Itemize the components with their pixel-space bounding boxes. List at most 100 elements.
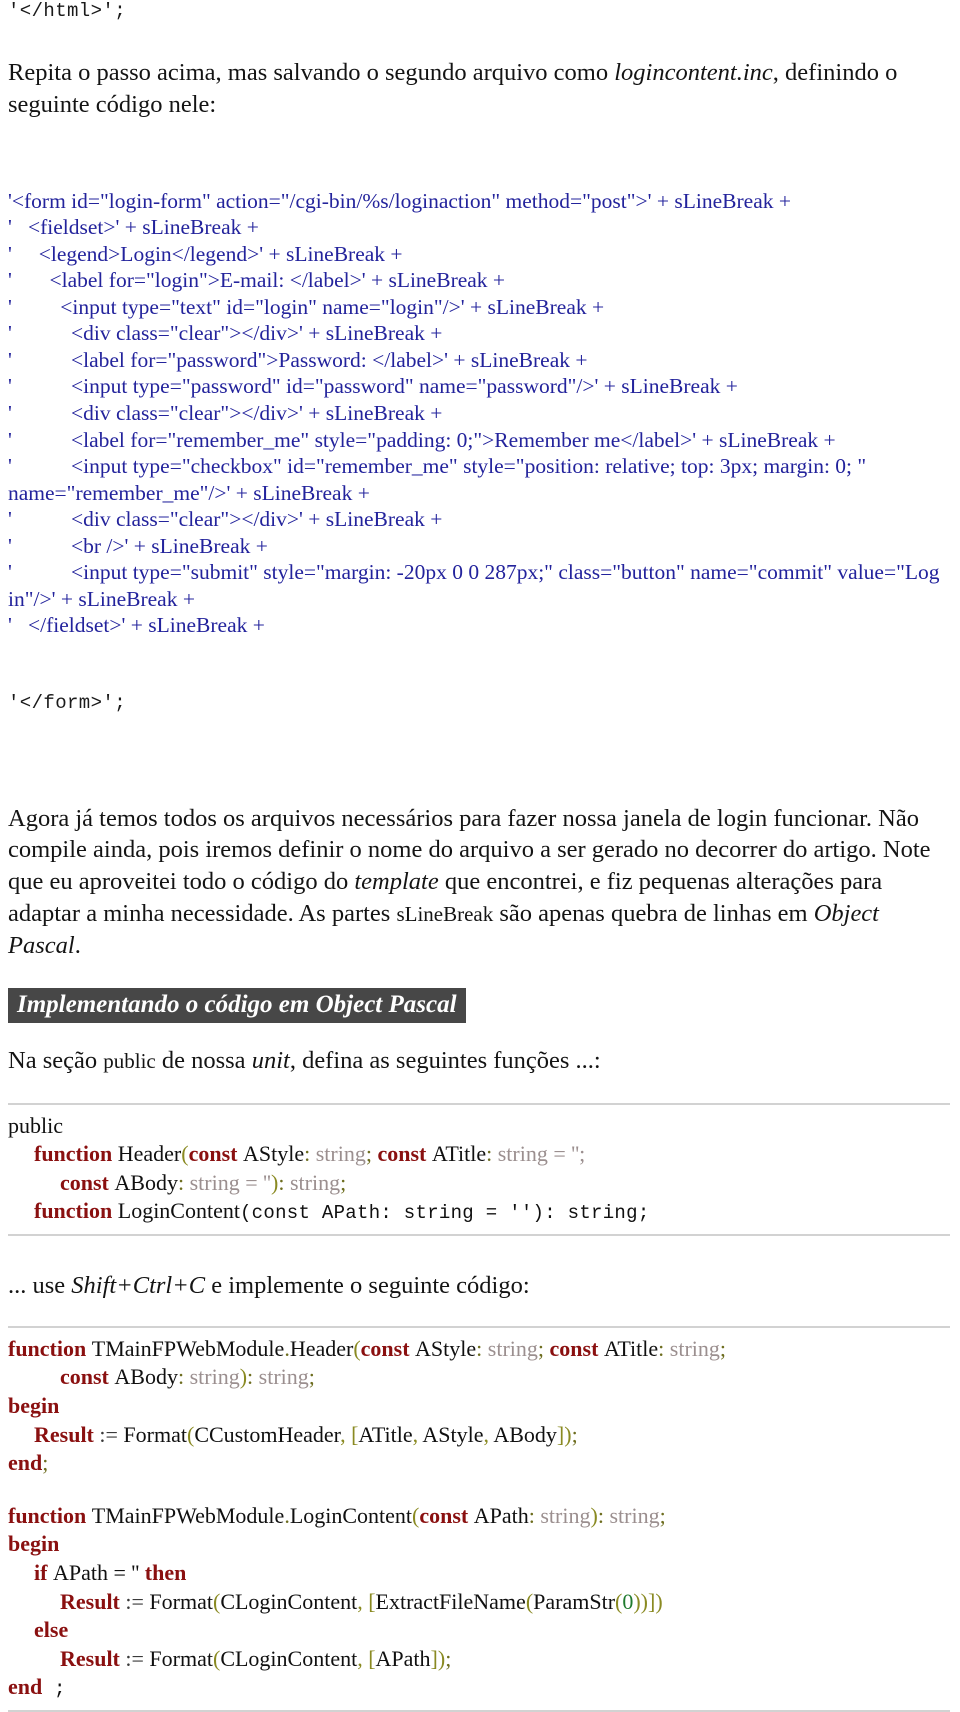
pascal-code-line: end ; [8,1673,950,1702]
pascal-token: : [247,1364,259,1390]
pascal-code-line: const ABody: string = ''): string; [8,1169,950,1198]
intro-paragraph: Repita o passo acima, mas salvando o seg… [8,57,950,121]
pascal-token: Format [149,1588,213,1614]
shift-part1: ... use [8,1272,72,1300]
pascal-token: ; [719,1335,727,1361]
pascal-token: : [476,1335,488,1361]
html-code-tail: '</form>'; [8,691,127,714]
pascal-token: else [34,1617,69,1643]
pascal-code-line: Result := Format(CLoginContent, [Extract… [8,1588,950,1617]
pascal-token: function [8,1335,92,1361]
pascal-token: 0 [622,1588,634,1614]
pascal-token: : [528,1502,541,1528]
pascal-token: , [357,1588,369,1614]
pascal-token: const [377,1141,432,1167]
html-code-line: ' <label for="password">Password: </labe… [8,347,588,372]
pascal-token: CLoginContent [220,1645,358,1671]
pascal-token: Result [60,1588,126,1614]
intro-part1: Repita o passo acima, mas salvando o seg… [8,58,615,86]
pascal-token: ; [42,1450,49,1476]
pascal-token: : [597,1502,610,1528]
html-code-line: ' <input type="password" id="password" n… [8,374,738,399]
pascal-token: Header [289,1335,354,1361]
pascal-token: string = '' [189,1169,272,1195]
pascal-token: ATitle [358,1421,413,1447]
pascal-token: ]) [430,1645,446,1671]
pascal-token: ATitle [603,1335,659,1361]
pascal-token: ]) [556,1421,572,1447]
html-code-line: ' <br />' + sLineBreak + [8,533,268,558]
public-part3: , defina as seguintes funções ...: [289,1046,601,1074]
pascal-token: , [357,1645,369,1671]
pascal-code-line: function LoginContent(const APath: strin… [8,1197,950,1226]
pascal-token: const [419,1502,474,1528]
pascal-token: string = ''; [497,1141,586,1167]
shift-em-shortcut: Shift+Ctrl+C [71,1272,206,1300]
pascal-token: : [278,1169,290,1195]
html-code-line: ' <legend>Login</legend>' + sLineBreak + [8,241,403,266]
pascal-token: ExtractFileName [375,1588,526,1614]
pascal-declaration-block: public function Header(const AStyle: stri… [8,1102,950,1237]
pascal-token: const [360,1335,416,1361]
pascal-token: if [34,1560,53,1586]
pascal-token: AStyle [242,1141,305,1167]
body-code-slinebreak: sLineBreak [396,902,494,927]
section-heading-wrap: Implementando o código em Object Pascal [8,987,950,1023]
html-code-line: ' <input type="checkbox" id="remember_me… [8,454,872,505]
pascal-token: CLoginContent [220,1588,358,1614]
pascal-token: begin [8,1531,60,1557]
pascal-token: ( [181,1141,189,1167]
pascal-token: ; [340,1169,347,1195]
pascal-token: ))]) [633,1588,663,1614]
pascal-token: ABody [114,1364,178,1390]
pascal-token: APath [473,1502,529,1528]
pascal-token: ParamStr [533,1588,616,1614]
pascal-logincontent-impl-block: function TMainFPWebModule.LoginContent(c… [8,1500,950,1712]
html-code-line: '<form id="login-form" action="/cgi-bin/… [8,188,791,213]
pascal-token: const [549,1335,604,1361]
pascal-token: ; [571,1421,578,1447]
pascal-token: ( [412,1502,420,1528]
pascal-token: : [177,1364,190,1390]
pascal-code-line: function Header(const AStyle: string; co… [8,1140,950,1169]
body-part3: são apenas quebra de linhas em [493,900,814,928]
pascal-token: ATitle [431,1141,487,1167]
pascal-code-line: end; [8,1449,950,1478]
pascal-token: ; [659,1502,666,1528]
public-em-unit: unit [251,1046,290,1074]
pascal-token: AStyle [422,1421,484,1447]
pascal-token: string [189,1364,240,1390]
pascal-token: := [125,1588,150,1614]
pascal-token: ( [186,1421,195,1447]
pascal-code-line: function TMainFPWebModule.LoginContent(c… [8,1502,950,1531]
pascal-token: ; [537,1335,550,1361]
public-paragraph: Na seção public de nossa unit, defina as… [8,1045,950,1077]
pascal-token: ) [590,1502,598,1528]
pascal-token: ( [212,1588,221,1614]
pascal-token: CCustomHeader [194,1421,341,1447]
pascal-token: : [177,1169,190,1195]
pascal-token: Format [123,1421,187,1447]
pascal-token: , [340,1421,352,1447]
top-code-tail: '</html>'; [8,0,127,22]
pascal-token: ; [308,1364,315,1390]
pascal-token: string [289,1169,341,1195]
body-part4: . [74,931,81,959]
html-code-block: '<form id="login-form" action="/cgi-bin/… [8,134,950,768]
html-code-line: ' <label for="remember_me" style="paddin… [8,427,836,452]
public-part2: de nossa [155,1046,252,1074]
pascal-token: public [8,1112,63,1138]
body-paragraph: Agora já temos todos os arquivos necessá… [8,803,950,962]
pascal-code-line: else [8,1616,950,1645]
pascal-token: string [315,1141,366,1167]
pascal-token: const [60,1169,115,1195]
html-code-line: ' <fieldset>' + sLineBreak + [8,215,259,240]
pascal-token: Result [34,1421,100,1447]
html-code-line: ' <label for="login">E-mail: </label>' +… [8,268,506,293]
shift-part2: e implemente o seguinte código: [205,1272,530,1300]
pascal-code-line: const ABody: string): string; [8,1363,950,1392]
